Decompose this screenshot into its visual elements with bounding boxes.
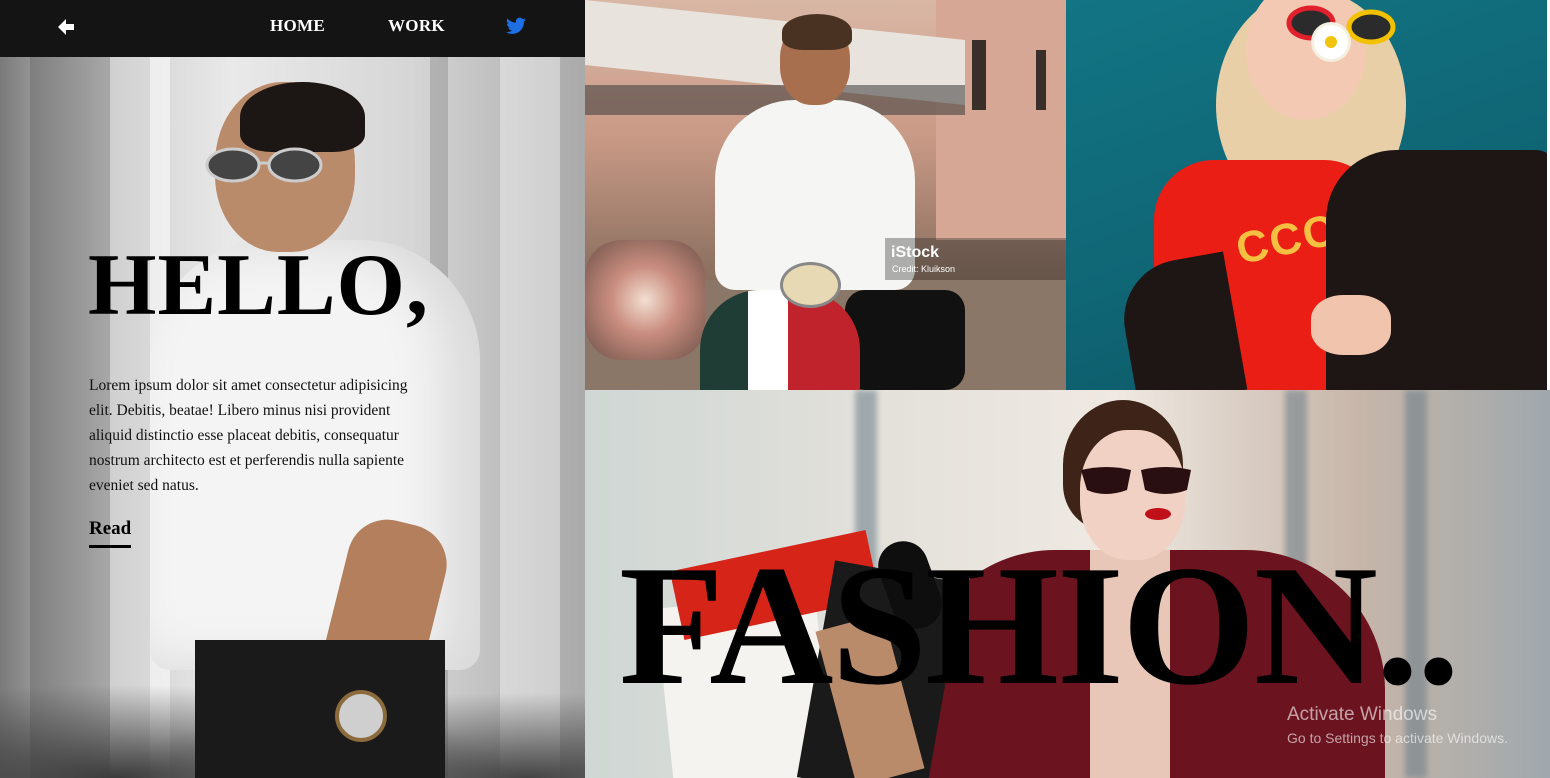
scooter-headlight bbox=[780, 262, 841, 308]
watch-icon bbox=[335, 690, 387, 742]
background-window bbox=[972, 40, 986, 110]
sunglasses-icon bbox=[205, 147, 323, 183]
daisy-center bbox=[1325, 36, 1337, 48]
nav-work-link[interactable]: WORK bbox=[388, 16, 445, 36]
fashion-heading: FASHION.. bbox=[619, 531, 1460, 721]
scooter bbox=[700, 290, 860, 390]
model-pants bbox=[195, 640, 445, 778]
arrow-left-icon[interactable] bbox=[54, 15, 78, 39]
activation-subtitle: Go to Settings to activate Windows. bbox=[1287, 730, 1508, 746]
hero-panel: HELLO, Lorem ipsum dolor sit amet consec… bbox=[0, 0, 585, 778]
hero-heading: HELLO, bbox=[88, 237, 429, 334]
read-link[interactable]: Read bbox=[89, 518, 132, 548]
rider-hair bbox=[782, 14, 852, 50]
hero-intro-text: Lorem ipsum dolor sit amet consectetur a… bbox=[89, 377, 408, 494]
activation-title: Activate Windows bbox=[1287, 704, 1437, 725]
watermark-brand: iStock bbox=[891, 244, 940, 261]
sunglasses-icon bbox=[1081, 467, 1191, 494]
watermark-credit: Credit: Kluikson bbox=[892, 264, 956, 274]
top-navbar: HOME WORK bbox=[0, 0, 585, 57]
photo-man-on-scooter: iStock Credit: Kluikson bbox=[585, 0, 1066, 390]
background-window bbox=[1036, 50, 1046, 110]
background-wall bbox=[936, 0, 1066, 240]
model-hair bbox=[240, 82, 365, 152]
model-hand bbox=[1311, 295, 1391, 355]
flower-box bbox=[585, 240, 705, 360]
windows-activation-watermark: Activate Windows Go to Settings to activ… bbox=[1287, 704, 1508, 746]
twitter-icon[interactable] bbox=[506, 17, 526, 35]
model-lips bbox=[1145, 508, 1171, 520]
rider-legs bbox=[845, 290, 965, 390]
photo-woman-red-shirt: CCC bbox=[1066, 0, 1547, 390]
nav-home-link[interactable]: HOME bbox=[270, 16, 325, 36]
